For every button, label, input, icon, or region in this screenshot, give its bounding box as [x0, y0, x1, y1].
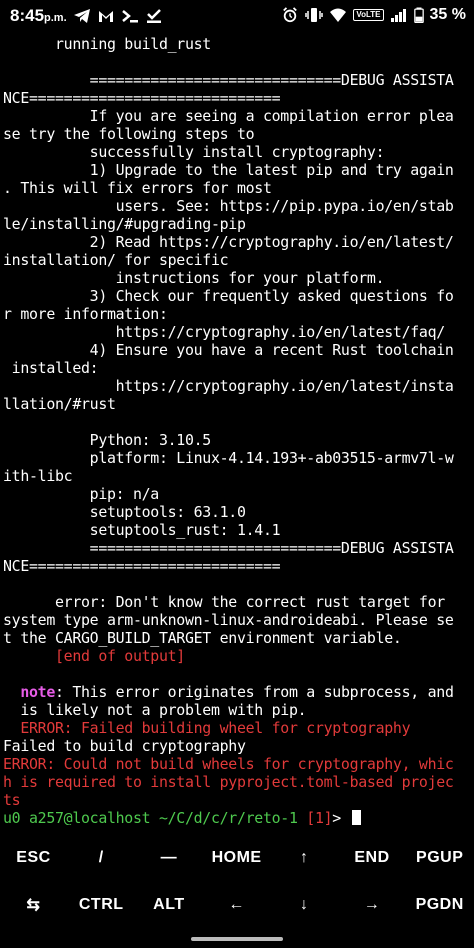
terminal-line: platform: Linux-4.14.193+-ab03515-armv7l… [3, 449, 454, 467]
terminal-line: . This will fix errors for most [3, 179, 272, 197]
terminal-line: users. See: https://pip.pypa.io/en/stab [3, 197, 454, 215]
extra-key-symbol-2[interactable]: / [68, 836, 135, 880]
status-bar: 8:45p.m. VoLTE 35 % [0, 0, 474, 34]
terminal-line: https://cryptography.io/en/latest/faq/ [3, 323, 446, 341]
alarm-icon [283, 7, 298, 23]
extra-keys-row-2: ⇆ CTRL ALT ← ↓ → PGDN [0, 883, 474, 927]
status-left: 8:45p.m. [10, 6, 163, 26]
terminal-line: https://cryptography.io/en/latest/insta [3, 377, 454, 395]
terminal-line: setuptools: 63.1.0 [3, 503, 246, 521]
status-right: VoLTE 35 % [281, 6, 466, 24]
terminal-line: successfully install cryptography: [3, 143, 385, 161]
extra-key-esc[interactable]: ESC [0, 836, 67, 880]
extra-key-home[interactable]: HOME [203, 836, 270, 880]
terminal-line: system type arm-unknown-linux-androideab… [3, 611, 454, 629]
extra-key-symbol-6[interactable]: → [339, 883, 406, 927]
terminal-line: note: This error originates from a subpr… [20, 683, 454, 701]
volte-badge: VoLTE [353, 9, 384, 21]
terminal-icon [121, 10, 138, 23]
terminal-line: 1) Upgrade to the latest pip and try aga… [3, 161, 454, 179]
terminal-line: NCE============================= [3, 557, 281, 575]
extra-key-pgdn[interactable]: PGDN [406, 883, 473, 927]
terminal-output[interactable]: running build_rust =====================… [3, 35, 471, 825]
extra-key-pgup[interactable]: PGUP [406, 836, 473, 880]
terminal-line: 2) Read https://cryptography.io/en/lates… [3, 233, 454, 251]
extra-key-symbol-5[interactable]: ↓ [271, 883, 338, 927]
extra-key-symbol-5[interactable]: ↑ [271, 836, 338, 880]
extra-key-symbol-3[interactable]: — [135, 836, 202, 880]
wifi-icon [330, 8, 347, 22]
terminal-line: h is required to install pyproject.toml-… [3, 773, 454, 791]
extra-key-end[interactable]: END [339, 836, 406, 880]
terminal-line: Failed to build cryptography [3, 737, 246, 755]
terminal-line: ith-libc [3, 467, 73, 485]
prompt-symbol: > [332, 809, 350, 825]
terminal-line: ERROR: Could not build wheels for crypto… [3, 755, 454, 773]
download-done-icon [146, 9, 161, 23]
terminal-line: Python: 3.10.5 [3, 431, 212, 449]
terminal-line: le/installing/#upgrading-pip [3, 215, 246, 233]
gmail-icon [98, 11, 113, 22]
terminal-line: llation/#rust [3, 395, 116, 413]
prompt-user-host: u0_a257@localhost [3, 809, 151, 825]
terminal-cursor [351, 810, 361, 825]
terminal-line: ts [3, 791, 21, 809]
terminal-line: is likely not a problem with pip. [3, 701, 307, 719]
terminal-line: instructions for your platform. [3, 269, 385, 287]
terminal-line: 4) Ensure you have a recent Rust toolcha… [3, 341, 454, 359]
terminal-line: error: Don't know the correct rust targe… [3, 593, 445, 611]
extra-key-alt[interactable]: ALT [135, 883, 202, 927]
shell-prompt[interactable]: u0_a257@localhost ~/C/d/c/r/reto-1 [1]> [3, 809, 471, 825]
terminal-line: =============================DEBUG ASSIS… [3, 71, 454, 89]
extra-keys-row-1: ESC / — HOME ↑ END PGUP [0, 836, 474, 880]
terminal-line: pip: n/a [3, 485, 160, 503]
vibrate-icon [305, 8, 324, 22]
battery-percent: 35 % [429, 6, 466, 23]
terminal-line: 3) Check our frequently asked questions … [3, 287, 454, 305]
extra-keys-bar: ESC / — HOME ↑ END PGUP ⇆ CTRL ALT ← ↓ → PGDN [0, 836, 474, 940]
terminal-line: setuptools_rust: 1.4.1 [3, 521, 281, 539]
gesture-nav-handle[interactable] [191, 937, 283, 941]
prompt-exit-code: [1] [297, 809, 333, 825]
prompt-path: ~/C/d/c/r/reto-1 [150, 809, 298, 825]
terminal-line: [end of output] [3, 647, 185, 665]
telegram-icon [73, 9, 90, 23]
extra-key-symbol-1[interactable]: ⇆ [0, 883, 67, 927]
terminal-line: NCE============================= [3, 89, 281, 107]
terminal-line: t the CARGO_BUILD_TARGET environment var… [3, 629, 402, 647]
terminal-line: ERROR: Failed building wheel for cryptog… [3, 719, 411, 737]
signal-icon [390, 9, 406, 22]
extra-key-symbol-4[interactable]: ← [203, 883, 270, 927]
battery-icon [413, 7, 424, 23]
terminal-line: running build_rust [3, 35, 211, 53]
terminal-line: installation/ for specific [3, 251, 229, 269]
terminal-line: r more information: [3, 305, 168, 323]
note-keyword: note [20, 683, 56, 701]
terminal-line: se try the following steps to [3, 125, 255, 143]
terminal-line: =============================DEBUG ASSIS… [3, 539, 454, 557]
terminal-line: installed: [3, 359, 99, 377]
clock: 8:45p.m. [10, 6, 67, 25]
extra-key-ctrl[interactable]: CTRL [68, 883, 135, 927]
terminal-line: If you are seeing a compilation error pl… [3, 107, 454, 125]
